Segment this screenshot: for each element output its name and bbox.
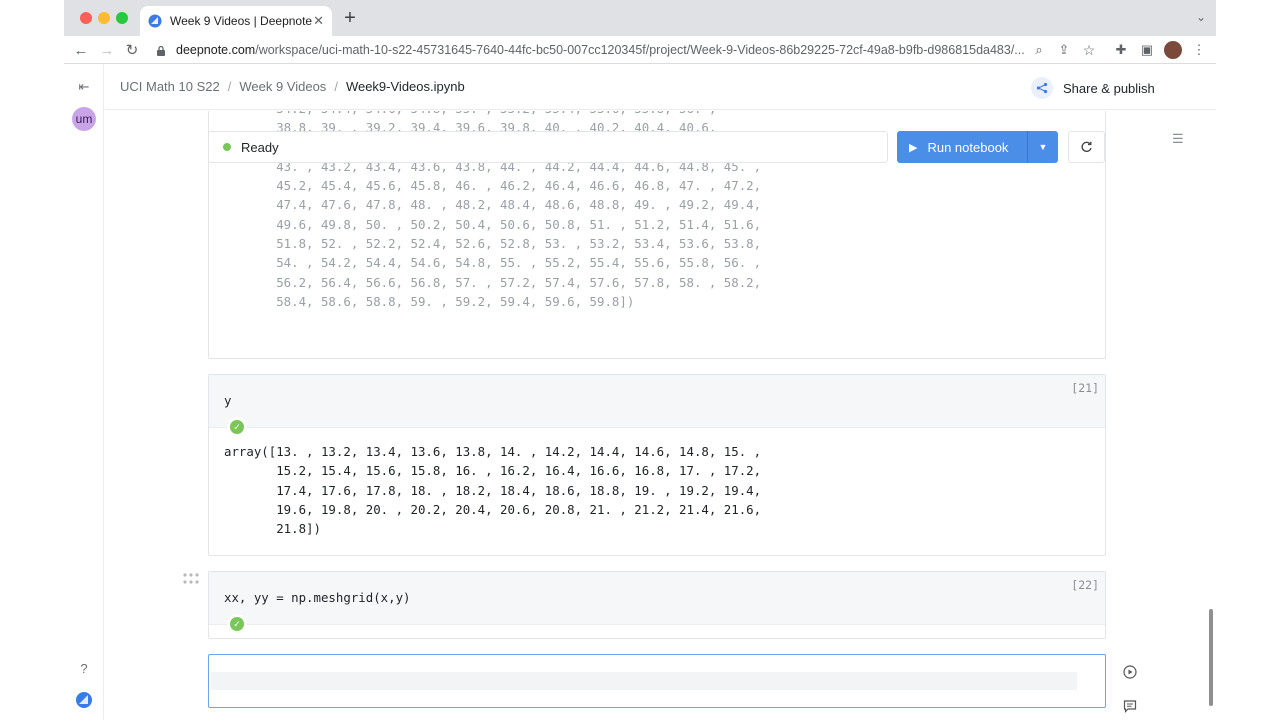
new-tab-button[interactable]: + — [340, 8, 360, 28]
deepnote-app: ⇤ um ? UCI Math 10 S22 / Week 9 Videos /… — [64, 64, 1216, 720]
run-label: Run notebook — [927, 139, 1009, 155]
code-cell-22[interactable]: [22] xx, yy = np.meshgrid(x,y) ✓ — [208, 571, 1106, 639]
breadcrumb-separator: / — [334, 79, 338, 94]
check-icon: ✓ — [230, 617, 244, 631]
zoom-window-button[interactable] — [116, 12, 128, 24]
breadcrumb: UCI Math 10 S22 / Week 9 Videos / Week9-… — [120, 79, 465, 94]
breadcrumb-project[interactable]: Week 9 Videos — [239, 79, 326, 94]
url-host: deepnote.com — [176, 43, 256, 57]
breadcrumb-separator: / — [227, 79, 232, 94]
run-cell-icon[interactable] — [1120, 662, 1140, 682]
chevron-down-icon[interactable]: ▼ — [1027, 131, 1058, 163]
zoom-icon[interactable]: ⌕ — [1028, 39, 1050, 61]
left-margin — [0, 0, 64, 720]
drag-handle-icon[interactable] — [183, 573, 199, 585]
extensions-icon[interactable]: ✚ — [1110, 39, 1132, 61]
lock-icon — [157, 45, 165, 56]
screen: Week 9 Videos | Deepnote ✕ + ⌄ ← → ↻ dee… — [0, 0, 1280, 720]
cell-number: [21] — [1071, 381, 1099, 395]
code-text: xx, yy = np.meshgrid(x,y) — [224, 590, 411, 605]
share-label: Share & publish — [1063, 80, 1155, 96]
code-text: y — [224, 393, 232, 408]
share-icon[interactable]: ⇪ — [1053, 39, 1075, 61]
code-input[interactable]: [22] xx, yy = np.meshgrid(x,y) ✓ — [209, 572, 1105, 631]
browser-tab[interactable]: Week 9 Videos | Deepnote ✕ — [140, 6, 332, 36]
browser-window: Week 9 Videos | Deepnote ✕ + ⌄ ← → ↻ dee… — [64, 0, 1216, 720]
minimize-window-button[interactable] — [98, 12, 110, 24]
profile-avatar[interactable] — [1164, 41, 1182, 59]
deepnote-favicon — [148, 14, 162, 28]
collapse-sidebar-icon[interactable]: ⇤ — [74, 77, 94, 97]
menu-icon[interactable]: ⋮ — [1188, 39, 1210, 61]
refresh-icon[interactable] — [1068, 131, 1105, 163]
url-path: /workspace/uci-math-10-s22-45731645-7640… — [255, 43, 1025, 57]
y-output: array([13. , 13.2, 13.4, 13.6, 13.8, 14.… — [224, 444, 762, 537]
breadcrumb-workspace[interactable]: UCI Math 10 S22 — [120, 79, 220, 94]
star-icon[interactable]: ☆ — [1078, 39, 1100, 61]
workspace-avatar[interactable]: um — [72, 107, 96, 131]
back-icon[interactable]: ← — [70, 39, 92, 61]
share-network-icon — [1031, 77, 1053, 99]
share-publish-button[interactable]: Share & publish — [1031, 77, 1155, 99]
kernel-status: Ready — [208, 131, 888, 163]
sidepanel-icon[interactable]: ▣ — [1136, 39, 1158, 61]
code-cell-21[interactable]: [21] y ✓ array([13. , 13.2, 13.4, 13.6, … — [208, 374, 1106, 556]
close-tab-icon[interactable]: ✕ — [313, 13, 324, 29]
run-notebook-button[interactable]: ▶ Run notebook ▼ — [897, 131, 1058, 163]
right-margin — [1216, 0, 1280, 720]
cell-number: [22] — [1071, 578, 1099, 592]
new-code-cell[interactable] — [208, 654, 1106, 708]
status-dot — [223, 143, 231, 151]
close-window-button[interactable] — [80, 12, 92, 24]
comment-icon[interactable] — [1120, 696, 1140, 716]
play-icon: ▶ — [909, 141, 918, 154]
reload-icon[interactable]: ↻ — [121, 39, 143, 61]
forward-icon[interactable]: → — [96, 39, 118, 61]
address-bar[interactable]: deepnote.com/workspace/uci-math-10-s22-4… — [150, 38, 1030, 62]
left-sidebar: ⇤ um ? — [64, 64, 104, 720]
deepnote-logo-icon[interactable] — [74, 690, 94, 710]
code-input-placeholder[interactable] — [211, 672, 1077, 690]
check-icon: ✓ — [230, 420, 244, 434]
outline-icon[interactable]: ☰ — [1172, 131, 1184, 147]
browser-toolbar: ← → ↻ deepnote.com/workspace/uci-math-10… — [64, 36, 1216, 64]
tab-search-icon[interactable]: ⌄ — [1196, 10, 1206, 24]
scrollbar[interactable] — [1209, 609, 1213, 706]
status-text: Ready — [241, 139, 279, 155]
notebook-area: 54.2, 54.4, 54.6, 54.8, 55. , 55.2, 55.4… — [105, 111, 1216, 720]
help-icon[interactable]: ? — [74, 658, 94, 678]
tab-strip: Week 9 Videos | Deepnote ✕ + ⌄ — [64, 0, 1216, 36]
breadcrumb-notebook[interactable]: Week9-Videos.ipynb — [346, 79, 465, 94]
app-header: UCI Math 10 S22 / Week 9 Videos / Week9-… — [105, 64, 1216, 110]
tab-title: Week 9 Videos | Deepnote — [170, 14, 313, 28]
code-input[interactable]: [21] y ✓ — [209, 375, 1105, 434]
